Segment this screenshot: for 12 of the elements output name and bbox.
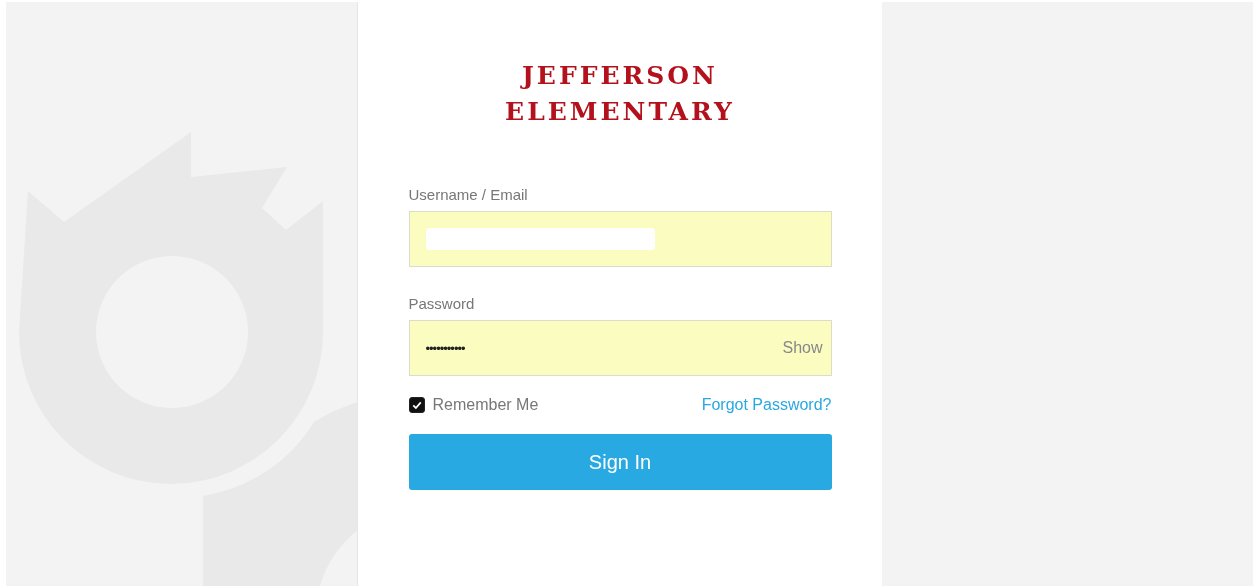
forgot-password-link[interactable]: Forgot Password? (701, 396, 832, 414)
logo-text: ELEMENTARY (505, 96, 735, 128)
field-label: Password (408, 295, 475, 313)
logo-text: JEFFERSON (522, 60, 718, 92)
username-field[interactable] (408, 211, 832, 267)
sign-in-button[interactable]: Sign In (408, 434, 832, 490)
password-value: ••••••••••• (425, 340, 466, 356)
password-field[interactable]: ••••••••••• Show (408, 320, 832, 376)
remember-checkbox[interactable] (408, 397, 425, 413)
field-label: Username / Email (408, 186, 528, 204)
show-password-button[interactable]: Show (782, 339, 823, 357)
remember-label: Remember Me (432, 396, 539, 414)
